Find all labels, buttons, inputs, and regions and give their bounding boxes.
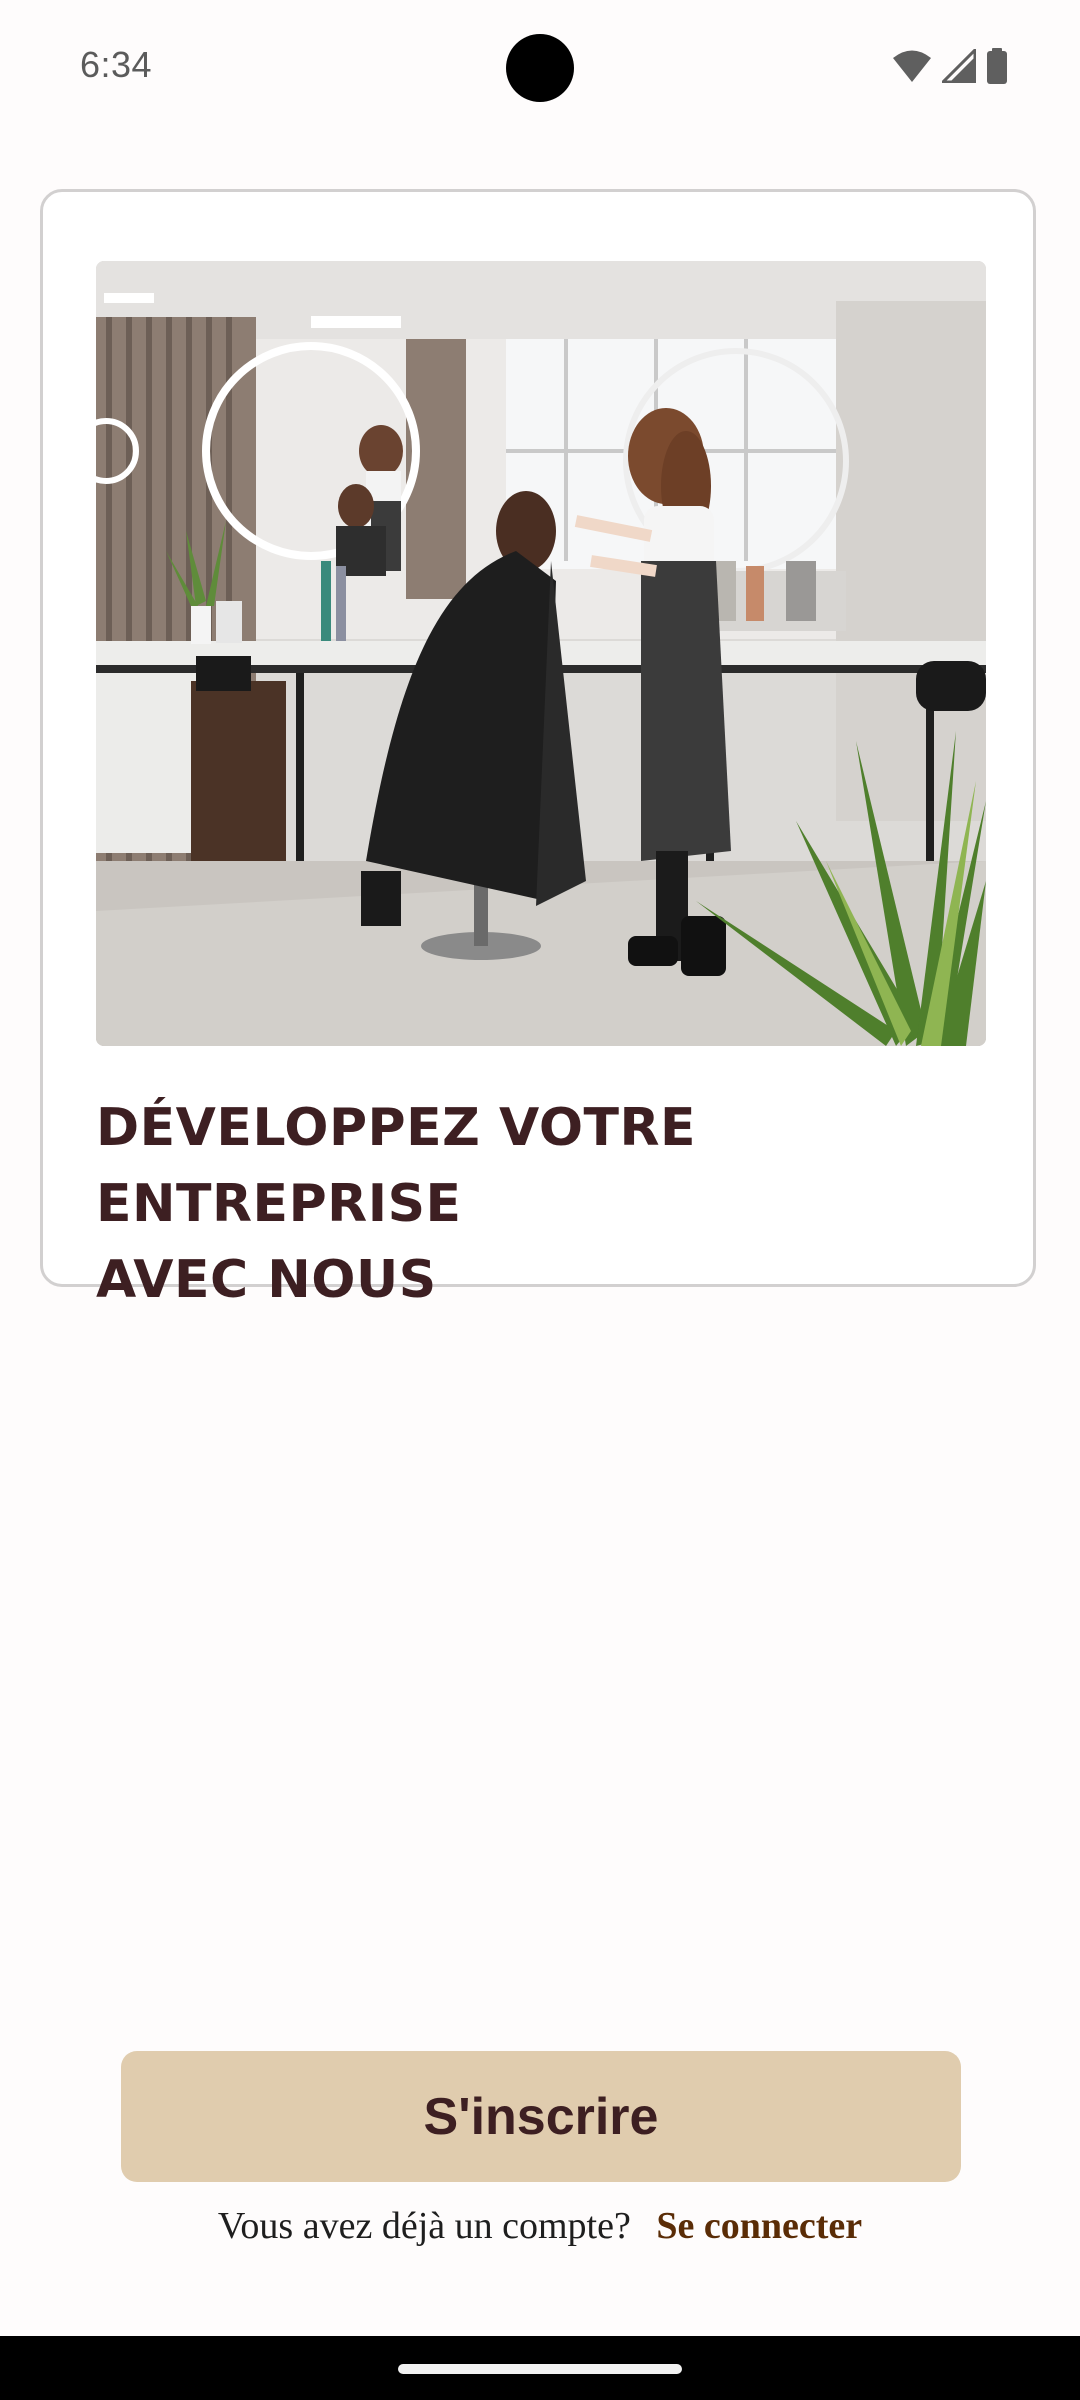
card-title: DÉVELOPPEZ VOTRE ENTREPRISE AVEC NOUS xyxy=(96,1090,996,1318)
wifi-icon xyxy=(892,49,932,83)
battery-icon xyxy=(986,48,1008,84)
login-prompt: Vous avez déjà un compte? xyxy=(217,2205,631,2247)
welcome-screen: 6:34 DÉVELOPPEZ VOTRE ENTREPRISE AVEC NO… xyxy=(0,0,1080,2400)
status-icons xyxy=(892,46,1008,86)
card-title-line2: AVEC NOUS xyxy=(96,1250,437,1310)
cellular-signal-icon xyxy=(942,49,976,83)
signup-button[interactable]: S'inscrire xyxy=(121,2051,961,2182)
promo-card: DÉVELOPPEZ VOTRE ENTREPRISE AVEC NOUS xyxy=(40,189,1036,1310)
front-camera-cutout xyxy=(506,34,574,102)
login-link[interactable]: Se connecter xyxy=(656,2205,862,2247)
status-time: 6:34 xyxy=(80,44,153,85)
login-row: Vous avez déjà un compte? Se connecter xyxy=(0,2204,1080,2248)
status-bar: 6:34 xyxy=(0,0,1080,134)
hair-salon-photo xyxy=(96,261,986,1046)
home-indicator[interactable] xyxy=(398,2364,682,2374)
card-title-line1: DÉVELOPPEZ VOTRE ENTREPRISE xyxy=(96,1098,697,1234)
navigation-bar xyxy=(0,2336,1080,2400)
